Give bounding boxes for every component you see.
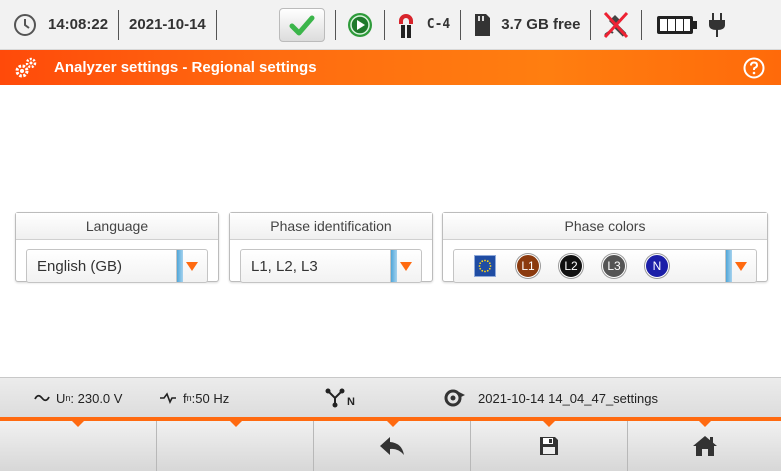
language-panel: Language English (GB) xyxy=(15,212,219,283)
storage-free-label: 3.7 GB free xyxy=(501,16,581,33)
divider xyxy=(334,9,336,40)
dropdown-arrow-icon xyxy=(400,261,412,271)
divider xyxy=(460,9,462,40)
phase-identification-value: L1, L2, L3 xyxy=(251,257,318,275)
divider xyxy=(383,9,385,40)
status-time: 14:08:22 xyxy=(48,16,109,33)
phase-l1-color: L1 xyxy=(516,254,540,278)
phase-colors-dropdown-button[interactable] xyxy=(725,250,756,282)
language-dropdown-button[interactable] xyxy=(176,250,207,282)
home-icon xyxy=(692,436,717,456)
button-marker xyxy=(543,421,555,427)
phase-l3-color: L3 xyxy=(602,254,626,278)
system-type: N xyxy=(324,378,355,418)
divider xyxy=(590,9,592,40)
button-marker xyxy=(72,421,84,427)
back-arrow-icon xyxy=(380,437,404,455)
language-value: English (GB) xyxy=(37,257,123,275)
play-icon[interactable] xyxy=(346,11,374,39)
power-plug-icon xyxy=(709,12,726,37)
home-button[interactable] xyxy=(628,421,781,471)
battery-icon xyxy=(657,15,698,34)
ac-wave-icon xyxy=(34,394,50,402)
gps-disabled-icon xyxy=(604,11,629,38)
divider xyxy=(118,9,120,40)
help-icon[interactable] xyxy=(743,57,765,79)
phase-colors-header: Phase colors xyxy=(443,213,767,240)
function-buttons xyxy=(0,421,781,471)
checkmark-icon xyxy=(289,15,315,35)
phase-n-color: N xyxy=(645,254,669,278)
eu-flag-icon xyxy=(474,255,496,277)
phase-identification-select[interactable]: L1, L2, L3 xyxy=(240,249,422,283)
status-date: 2021-10-14 xyxy=(129,16,206,33)
nominal-voltage: Un: 230.0 V xyxy=(34,378,122,418)
sd-card-icon xyxy=(475,13,491,36)
language-header: Language xyxy=(16,213,218,240)
phase-colors-select[interactable]: L1 L2 L3 N xyxy=(453,249,757,283)
phase-l2-color: L2 xyxy=(559,254,583,278)
settings-gears-icon xyxy=(15,57,37,77)
status-bar: 14:08:22 2021-10-14 C-4 3.7 GB free xyxy=(0,0,781,50)
back-button[interactable] xyxy=(314,421,471,471)
function-button-2[interactable] xyxy=(157,421,314,471)
page-title: Analyzer settings - Regional settings xyxy=(54,59,317,76)
frequency-wave-icon xyxy=(160,392,176,404)
clamp-type-label: C-4 xyxy=(426,17,451,32)
three-phase-system-icon xyxy=(325,388,345,408)
phase-identification-dropdown-button[interactable] xyxy=(390,250,421,282)
dropdown-arrow-icon xyxy=(735,261,747,271)
clamp-icon xyxy=(398,13,413,38)
ok-status-button[interactable] xyxy=(278,7,325,42)
function-button-1[interactable] xyxy=(0,421,157,471)
dropdown-arrow-icon xyxy=(186,261,198,271)
clamp-settings-icon xyxy=(444,389,465,407)
button-marker xyxy=(699,421,711,427)
clock-icon xyxy=(14,13,36,36)
divider xyxy=(215,9,217,40)
info-bar: Un: 230.0 V f n:50 Hz N 2021-10-14 14_04_… xyxy=(0,377,781,418)
phase-colors-panel: Phase colors L1 L2 L3 N xyxy=(442,212,768,283)
phase-identification-panel: Phase identification L1, L2, L3 xyxy=(229,212,433,283)
divider xyxy=(641,9,643,40)
nominal-frequency: f n:50 Hz xyxy=(159,378,229,418)
save-button[interactable] xyxy=(471,421,628,471)
button-marker xyxy=(387,421,399,427)
settings-file: 2021-10-14 14_04_47_settings xyxy=(444,378,658,418)
save-icon xyxy=(540,437,558,455)
language-select[interactable]: English (GB) xyxy=(26,249,208,283)
button-marker xyxy=(230,421,242,427)
title-bar: Analyzer settings - Regional settings xyxy=(0,50,781,85)
phase-identification-header: Phase identification xyxy=(230,213,432,240)
